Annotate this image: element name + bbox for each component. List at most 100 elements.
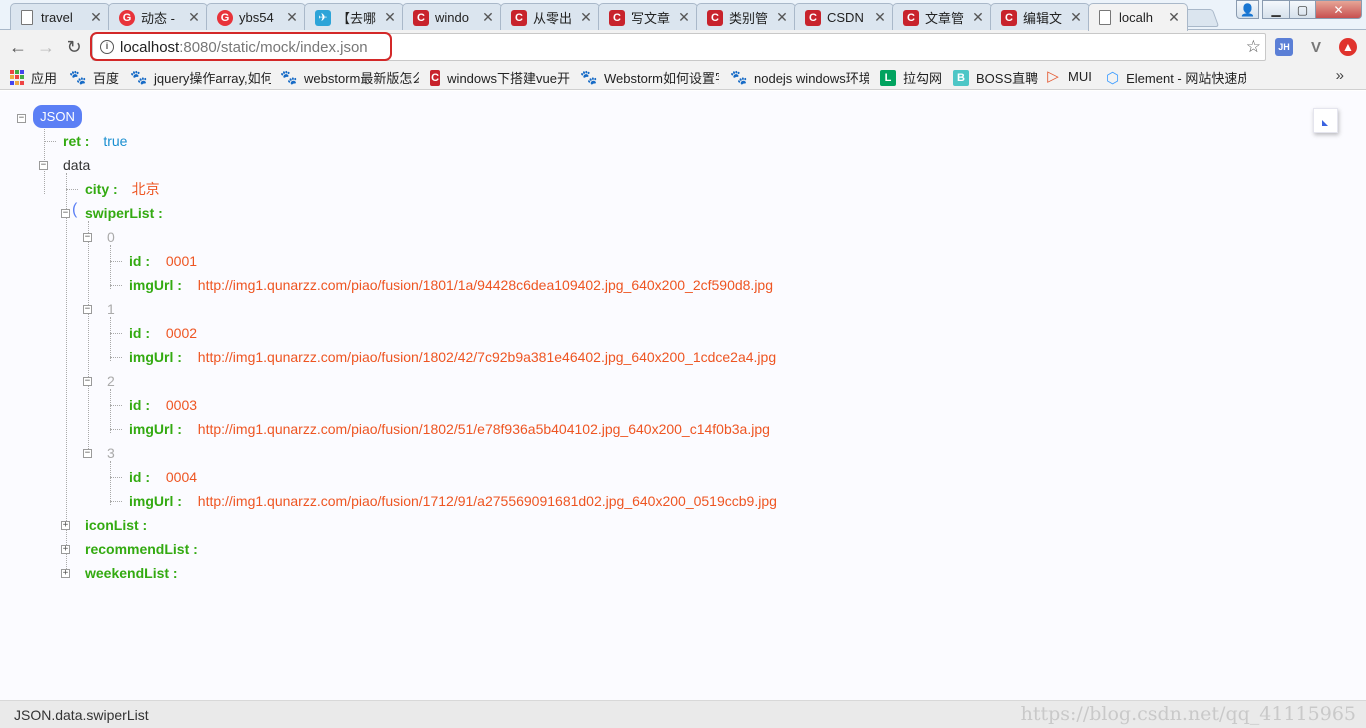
tree-node-imgurl[interactable]: imgUrl : http://img1.qunarzz.com/piao/fu… [129,276,773,294]
tree-node-data[interactable]: data [63,156,90,174]
node-key: imgUrl : [129,421,182,437]
chevron-right-double-icon[interactable]: » [1336,67,1344,84]
tab-title: CSDN [827,10,864,25]
toggle-view-button[interactable] [1313,108,1338,133]
tree-node-imgurl[interactable]: imgUrl : http://img1.qunarzz.com/piao/fu… [129,348,776,366]
collapse-toggle[interactable]: − [83,305,92,314]
expand-toggle[interactable]: + [61,569,70,578]
node-key: id : [129,325,150,341]
collapse-toggle[interactable]: − [61,209,70,218]
close-icon[interactable]: ✕ [579,9,593,26]
tree-node-recommendlist[interactable]: recommendList : [85,540,198,558]
expand-toggle[interactable]: + [61,521,70,530]
tree-node-imgurl[interactable]: imgUrl : http://img1.qunarzz.com/piao/fu… [129,492,777,510]
bookmark-label: windows下搭建vue开 [447,71,570,86]
tree-node-id[interactable]: id : 0003 [129,396,197,414]
node-key: swiperList : [85,205,163,221]
root-badge[interactable]: JSON [33,105,82,128]
bookmark-element[interactable]: ⬡ Element - 网站快速成 [1106,68,1246,87]
tree-node-weekendlist[interactable]: weekendList : [85,564,178,582]
tree-node-index[interactable]: 2 [107,372,115,390]
bookmark-webstorm[interactable]: 🐾 webstorm最新版怎么 [281,68,419,87]
tree-node-iconlist[interactable]: iconList : [85,516,147,534]
tree-line [110,317,111,361]
node-value: 北京 [131,181,160,197]
tab-title: travel [41,10,73,25]
tree-node-id[interactable]: id : 0001 [129,252,197,270]
node-key: id : [129,469,150,485]
tree-node-city[interactable]: city : 北京 [85,180,160,198]
bookmark-webstorm-font[interactable]: 🐾 Webstorm如何设置字 [581,68,719,87]
user-icon[interactable]: 👤 [1236,0,1259,19]
browser-tab[interactable]: C 从零出 ✕ [500,3,600,31]
reload-button[interactable]: ↻ [62,35,86,59]
bookmark-mui[interactable]: ▷ MUI [1045,68,1092,85]
bookmark-apps[interactable]: 应用 [10,68,57,87]
close-icon[interactable]: ✕ [481,9,495,26]
tree-line [110,389,111,433]
bookmark-windows-vue[interactable]: C windows下搭建vue开 [430,68,570,87]
bookmark-star-icon[interactable]: ☆ [1246,37,1261,57]
browser-tab[interactable]: G ybs54 ✕ [206,3,306,31]
bookmark-boss[interactable]: B BOSS直聘 [953,68,1038,87]
browser-tab[interactable]: C windo ✕ [402,3,502,31]
browser-tab[interactable]: C 编辑文 ✕ [990,3,1090,31]
bookmark-jquery[interactable]: 🐾 jquery操作array,如何 [131,68,271,87]
collapse-toggle[interactable]: − [39,161,48,170]
close-icon[interactable]: ✕ [677,9,691,26]
maximize-button[interactable]: ▢ [1289,0,1316,19]
extension-jh-icon[interactable]: JH [1275,38,1293,56]
csdn-icon: C [609,9,625,26]
close-icon[interactable]: ✕ [775,9,789,26]
node-key: imgUrl : [129,493,182,509]
node-key: iconList : [85,517,148,533]
extension-up-icon[interactable]: ▲ [1339,38,1357,56]
close-icon[interactable]: ✕ [285,9,299,26]
bookmark-lagou[interactable]: L 拉勾网 [880,68,942,87]
browser-tab[interactable]: G 动态 - ✕ [108,3,208,31]
tree-node-index[interactable]: 1 [107,300,115,318]
corner-arrow-icon [1322,120,1328,126]
node-value: http://img1.qunarzz.com/piao/fusion/1712… [197,493,777,509]
browser-tab[interactable]: C CSDN ✕ [794,3,894,31]
tree-line [88,221,89,457]
close-icon[interactable]: ✕ [187,9,201,26]
browser-tab[interactable]: C 文章管 ✕ [892,3,992,31]
browser-tab[interactable]: ✈ 【去哪 ✕ [304,3,404,31]
back-button[interactable]: ← [6,35,30,59]
bookmarks-bar: 应用 🐾 百度 🐾 jquery操作array,如何 🐾 webstorm最新版… [0,63,1366,90]
browser-tab[interactable]: C 写文章 ✕ [598,3,698,31]
forward-button[interactable]: → [34,35,58,59]
extension-v-icon[interactable]: V [1307,38,1325,56]
tree-node-swiperlist[interactable]: swiperList : [85,204,163,222]
tree-node-id[interactable]: id : 0002 [129,324,197,342]
close-icon[interactable]: ✕ [1069,9,1083,26]
tree-node-id[interactable]: id : 0004 [129,468,197,486]
expand-toggle[interactable]: + [61,545,70,554]
collapse-toggle[interactable]: − [83,377,92,386]
close-icon[interactable]: ✕ [1167,9,1181,26]
bookmark-nodejs[interactable]: 🐾 nodejs windows环境 [731,68,869,87]
window-close-button[interactable]: ✕ [1315,0,1362,19]
selection-bracket: ( [72,201,78,218]
bookmark-baidu[interactable]: 🐾 百度 [69,68,119,87]
collapse-toggle[interactable]: − [17,114,26,123]
browser-tab-active[interactable]: localh ✕ [1088,3,1188,31]
node-key: imgUrl : [129,349,182,365]
browser-tab[interactable]: travel ✕ [10,3,110,31]
tree-line [110,501,122,502]
collapse-toggle[interactable]: − [83,449,92,458]
tree-node-index[interactable]: 3 [107,444,115,462]
browser-tab[interactable]: C 类别管 ✕ [696,3,796,31]
collapse-toggle[interactable]: − [83,233,92,242]
tree-node-index[interactable]: 0 [107,228,115,246]
close-icon[interactable]: ✕ [971,9,985,26]
tree-node-imgurl[interactable]: imgUrl : http://img1.qunarzz.com/piao/fu… [129,420,770,438]
paw-icon: 🐾 [281,69,298,85]
close-icon[interactable]: ✕ [383,9,397,26]
close-icon[interactable]: ✕ [873,9,887,26]
tree-node-ret[interactable]: ret : true [63,132,127,150]
minimize-button[interactable]: ▁ [1262,0,1290,19]
csdn-icon: C [903,9,919,26]
close-icon[interactable]: ✕ [89,9,103,26]
